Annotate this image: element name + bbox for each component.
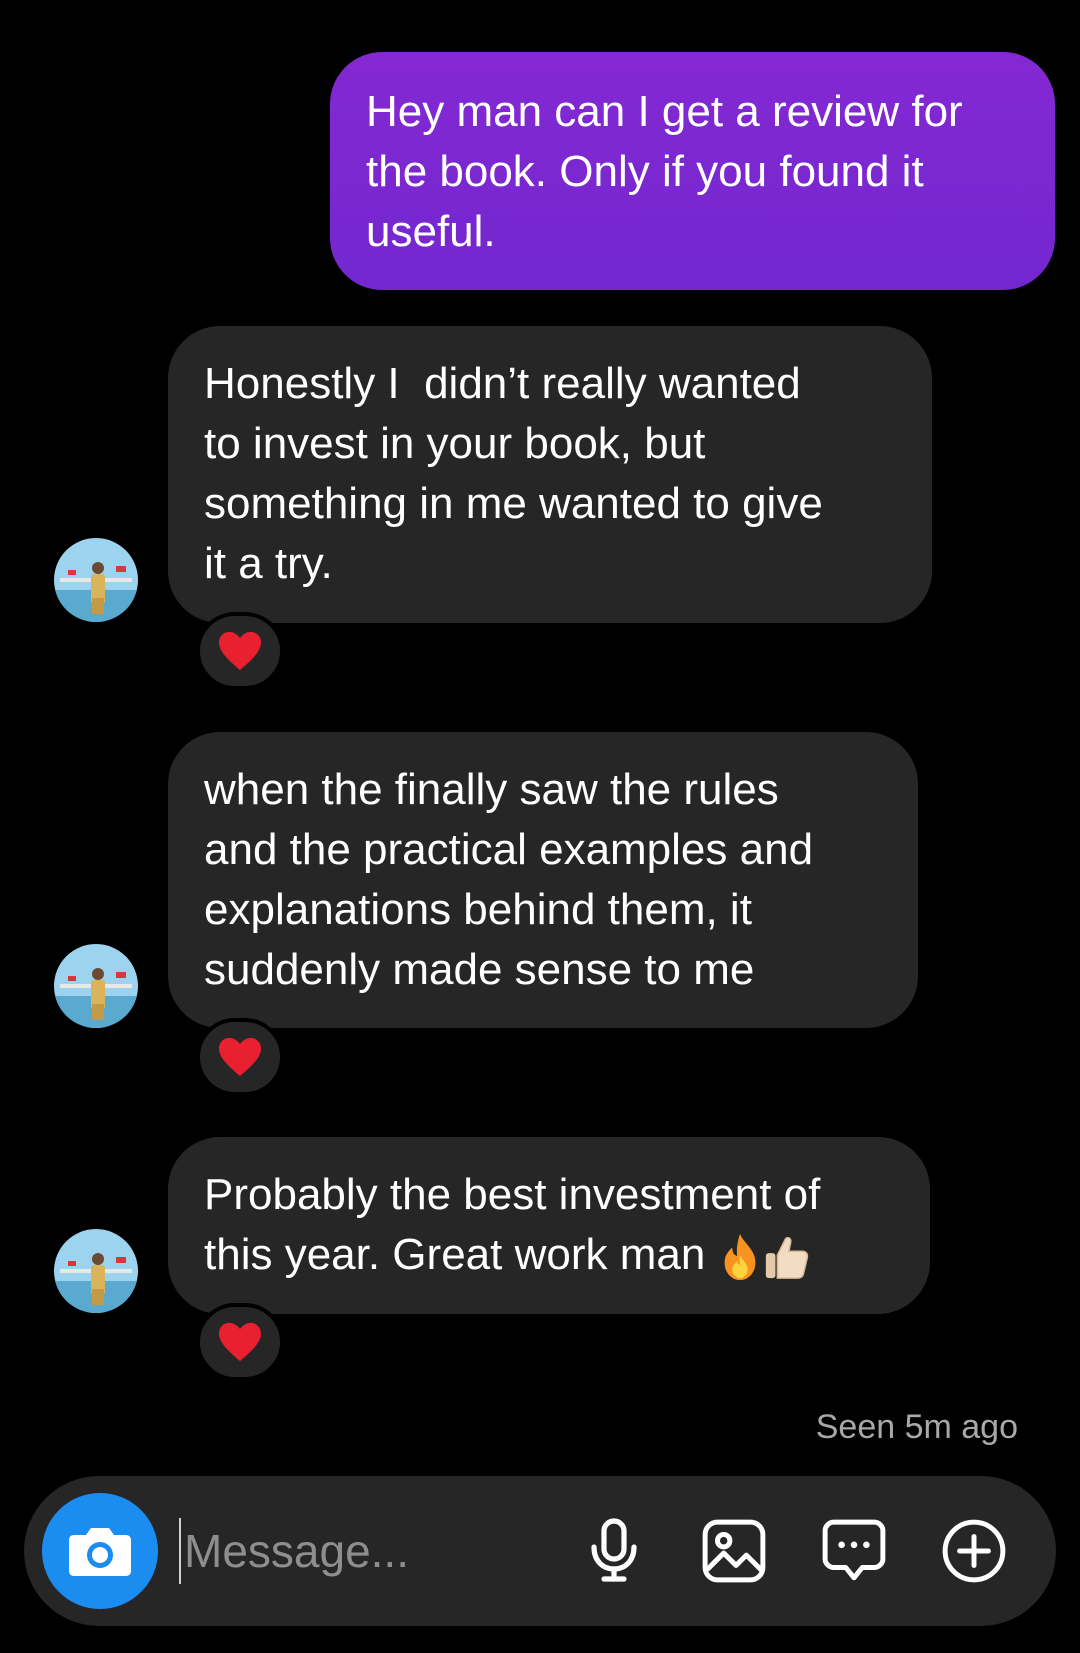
message-text: Hey man can I get a review for the book.… — [366, 87, 963, 256]
heart-icon — [219, 1037, 261, 1077]
message-input[interactable] — [184, 1506, 564, 1596]
contact-avatar[interactable] — [54, 1229, 138, 1313]
heart-reaction[interactable] — [196, 612, 284, 690]
incoming-message-bubble[interactable]: Honestly I didn’t really wanted to inves… — [168, 326, 932, 623]
plus-icon — [942, 1519, 1006, 1583]
gallery-button[interactable] — [694, 1511, 774, 1591]
outgoing-message-bubble[interactable]: Hey man can I get a review for the book.… — [330, 52, 1055, 290]
add-button[interactable] — [934, 1511, 1014, 1591]
thumbs-up-emoji — [765, 1237, 808, 1280]
incoming-message-bubble[interactable]: when the finally saw the rules and the p… — [168, 732, 918, 1028]
message-text: Probably the best investment of this yea… — [204, 1165, 894, 1285]
text-cursor — [179, 1518, 181, 1584]
microphone-icon — [591, 1518, 637, 1582]
incoming-message-bubble[interactable]: Probably the best investment of this yea… — [168, 1137, 930, 1314]
camera-icon — [69, 1528, 131, 1576]
message-composer — [24, 1476, 1056, 1626]
contact-avatar[interactable] — [54, 538, 138, 622]
heart-reaction[interactable] — [196, 1303, 284, 1381]
sticker-icon — [822, 1519, 886, 1581]
sticker-button[interactable] — [814, 1511, 894, 1591]
camera-button[interactable] — [42, 1493, 158, 1609]
heart-reaction[interactable] — [196, 1018, 284, 1096]
heart-icon — [219, 631, 261, 671]
message-text: when the finally saw the rules and the p… — [204, 765, 814, 994]
heart-icon — [219, 1322, 261, 1362]
message-text: Honestly I didn’t really wanted to inves… — [204, 359, 823, 588]
seen-status: Seen 5m ago — [815, 1408, 1018, 1446]
contact-avatar[interactable] — [54, 944, 138, 1028]
microphone-button[interactable] — [574, 1511, 654, 1591]
gallery-icon — [702, 1519, 766, 1583]
fire-emoji — [724, 1234, 755, 1281]
